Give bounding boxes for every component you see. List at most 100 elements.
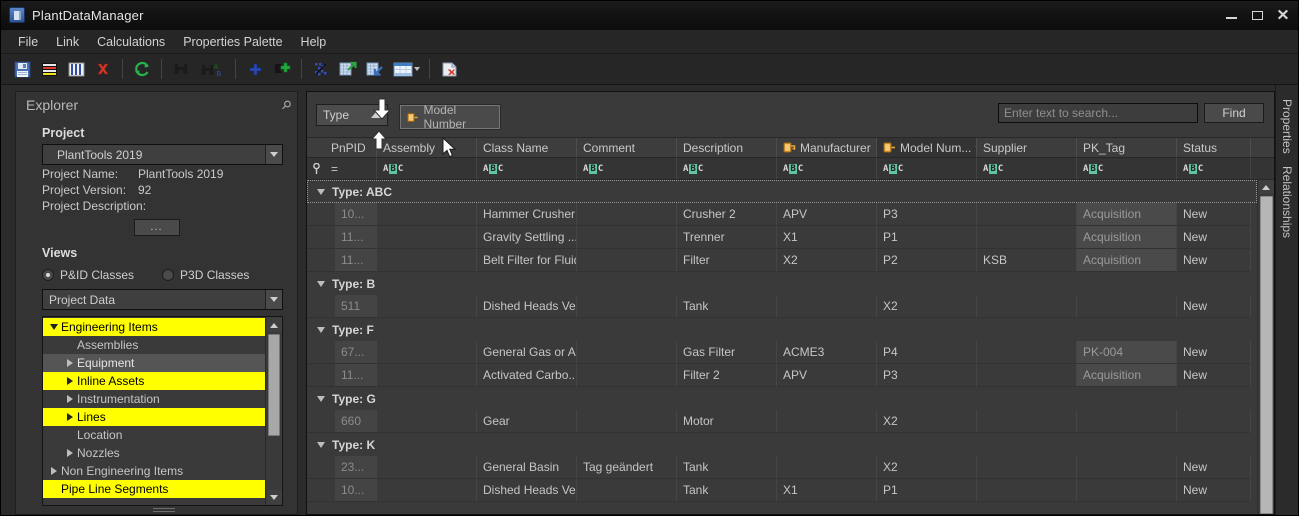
cell-pnpid[interactable]: 10... xyxy=(335,479,377,502)
cell-supplier[interactable] xyxy=(977,341,1077,364)
cell-pk-tag[interactable] xyxy=(1077,479,1177,502)
cell-class-name[interactable]: Gravity Settling ... xyxy=(477,226,577,249)
cell-manufacturer[interactable] xyxy=(777,456,877,479)
radio-p3d-classes[interactable] xyxy=(162,269,175,281)
cell-model-num-[interactable]: P1 xyxy=(877,226,977,249)
table-row[interactable]: 10... Hammer Crusher Crusher 2 APV P3 Acquisi… xyxy=(307,203,1257,226)
delete-button[interactable] xyxy=(90,57,116,81)
table-row[interactable]: 67... General Gas or Ai... Gas FilterACME3… xyxy=(307,341,1257,364)
list-view-button[interactable] xyxy=(36,57,62,81)
filter-cell-model-num-[interactable]: ABC xyxy=(877,158,977,179)
filter-cell-pk-tag[interactable]: ABC xyxy=(1077,158,1177,179)
column-header-supplier[interactable]: Supplier xyxy=(977,138,1077,157)
expand-arrow-icon[interactable] xyxy=(63,359,77,367)
find-replace-button[interactable]: A B xyxy=(195,57,229,81)
collapse-arrow-icon[interactable] xyxy=(317,441,325,448)
cell-pnpid[interactable]: 511 xyxy=(335,295,377,318)
collapse-arrow-icon[interactable] xyxy=(317,395,325,402)
cell-model-num-[interactable]: X2 xyxy=(877,456,977,479)
cell-description[interactable]: Crusher 2 xyxy=(677,203,777,226)
project-combo-arrow[interactable] xyxy=(265,145,282,164)
filter-cell-manufacturer[interactable]: ABC xyxy=(777,158,877,179)
filter-cell-supplier[interactable]: ABC xyxy=(977,158,1077,179)
column-header-assembly[interactable]: Assembly xyxy=(377,138,477,157)
scatter-button[interactable] xyxy=(308,57,334,81)
cell-model-num-[interactable]: X2 xyxy=(877,410,977,433)
cell-assembly[interactable] xyxy=(377,295,477,318)
cell-supplier[interactable]: KSB xyxy=(977,249,1077,272)
cell-status[interactable]: New xyxy=(1177,364,1251,387)
find-button[interactable] xyxy=(168,57,194,81)
collapse-arrow-icon[interactable] xyxy=(47,324,61,330)
cell-description[interactable]: Trenner xyxy=(677,226,777,249)
cell-supplier[interactable] xyxy=(977,410,1077,433)
cell-status[interactable]: New xyxy=(1177,479,1251,502)
cell-class-name[interactable]: General Gas or Ai... xyxy=(477,341,577,364)
cell-pk-tag[interactable]: Acquisition xyxy=(1077,249,1177,272)
browse-description-button[interactable]: ... xyxy=(133,219,180,236)
cell-manufacturer[interactable]: APV xyxy=(777,364,877,387)
column-header-class-name[interactable]: Class Name xyxy=(477,138,577,157)
collapse-arrow-icon[interactable] xyxy=(317,188,325,195)
cell-pnpid[interactable]: 660 xyxy=(335,410,377,433)
collapse-arrow-icon[interactable] xyxy=(317,280,325,287)
cell-pk-tag[interactable] xyxy=(1077,410,1177,433)
cell-status[interactable] xyxy=(1177,410,1251,433)
cell-comment[interactable] xyxy=(577,295,677,318)
filter-cell-class-name[interactable]: ABC xyxy=(477,158,577,179)
table-row[interactable]: 11... Activated Carbo... Filter 2 APV P3 Acqu… xyxy=(307,364,1257,387)
refresh-button[interactable] xyxy=(129,57,155,81)
tree-scroll-thumb[interactable] xyxy=(268,334,280,436)
cell-supplier[interactable] xyxy=(977,226,1077,249)
filter-cell-pnpid[interactable]: = xyxy=(325,158,377,179)
cell-manufacturer[interactable] xyxy=(777,295,877,318)
column-header-manufacturer[interactable]: Manufacturer xyxy=(777,138,877,157)
cell-manufacturer[interactable]: X1 xyxy=(777,226,877,249)
cell-description[interactable]: Filter xyxy=(677,249,777,272)
cell-pnpid[interactable]: 11... xyxy=(335,249,377,272)
filter-cell-assembly[interactable]: ABC xyxy=(377,158,477,179)
column-header-status[interactable]: Status xyxy=(1177,138,1251,157)
cell-assembly[interactable] xyxy=(377,410,477,433)
grid-scroll-up-button[interactable] xyxy=(1258,180,1274,194)
cell-pnpid[interactable]: 11... xyxy=(335,364,377,387)
cell-class-name[interactable]: Belt Filter for Fluids xyxy=(477,249,577,272)
add-item-button[interactable] xyxy=(269,57,295,81)
cell-model-num-[interactable]: P2 xyxy=(877,249,977,272)
cell-description[interactable]: Tank xyxy=(677,295,777,318)
column-header-comment[interactable]: Comment xyxy=(577,138,677,157)
filter-cell-description[interactable]: ABC xyxy=(677,158,777,179)
table-row[interactable]: 511 Dished Heads Ve... Tank X2 New xyxy=(307,295,1257,318)
tree-item-inline-assets[interactable]: Inline Assets xyxy=(43,372,265,390)
column-view-button[interactable] xyxy=(63,57,89,81)
cell-status[interactable]: New xyxy=(1177,226,1251,249)
group-row[interactable]: Type: G xyxy=(307,387,1257,410)
cell-manufacturer[interactable] xyxy=(777,410,877,433)
panel-resize-grip[interactable] xyxy=(42,506,285,514)
cell-model-num-[interactable]: P3 xyxy=(877,203,977,226)
tree-item-instrumentation[interactable]: Instrumentation xyxy=(43,390,265,408)
minimize-button[interactable] xyxy=(1218,2,1244,29)
collapse-arrow-icon[interactable] xyxy=(317,326,325,333)
add-button[interactable] xyxy=(242,57,268,81)
cell-model-num-[interactable]: P4 xyxy=(877,341,977,364)
cell-pk-tag[interactable]: Acquisition xyxy=(1077,226,1177,249)
cell-supplier[interactable] xyxy=(977,479,1077,502)
cell-pk-tag[interactable] xyxy=(1077,295,1177,318)
import-button[interactable] xyxy=(362,57,388,81)
cell-assembly[interactable] xyxy=(377,479,477,502)
menu-item-file[interactable]: File xyxy=(9,32,47,52)
cell-assembly[interactable] xyxy=(377,364,477,387)
tab-properties[interactable]: Properties xyxy=(1277,93,1297,160)
cell-status[interactable]: New xyxy=(1177,295,1251,318)
menu-item-help[interactable]: Help xyxy=(292,32,336,52)
tree-item-engineering-items[interactable]: Engineering Items xyxy=(43,318,265,336)
cell-status[interactable]: New xyxy=(1177,341,1251,364)
cell-assembly[interactable] xyxy=(377,456,477,479)
cell-manufacturer[interactable]: X2 xyxy=(777,249,877,272)
cell-comment[interactable] xyxy=(577,479,677,502)
cell-description[interactable]: Motor xyxy=(677,410,777,433)
cell-manufacturer[interactable]: ACME3 xyxy=(777,341,877,364)
dragged-column-ghost[interactable]: Model Number xyxy=(400,103,500,131)
filter-cell-status[interactable]: ABC xyxy=(1177,158,1251,179)
